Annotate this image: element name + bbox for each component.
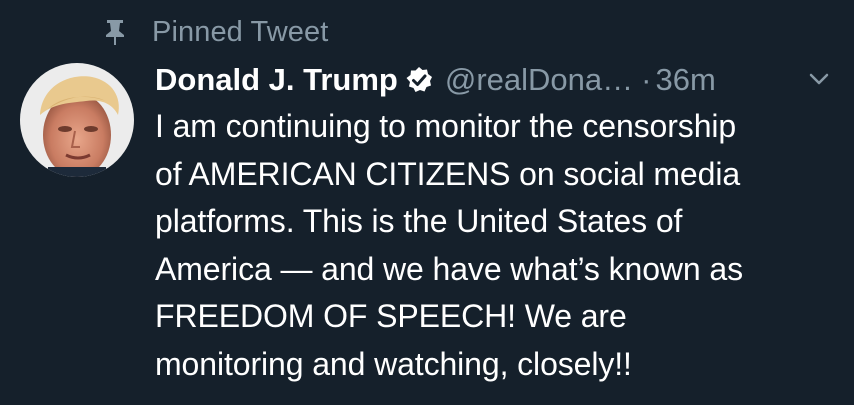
timestamp[interactable]: 36m (655, 62, 715, 98)
avatar[interactable] (20, 63, 134, 177)
separator-dot: · (641, 62, 652, 97)
tweet-header: Donald J. Trump @realDona… · 36m (155, 58, 845, 102)
pinned-tweet[interactable]: Pinned Tweet Donald J. Trump @realDona… … (0, 0, 854, 405)
user-handle[interactable]: @realDona… (445, 62, 633, 98)
chevron-down-icon[interactable] (807, 70, 831, 88)
tweet-text-line: platforms. This is the United States of (155, 203, 683, 239)
verified-badge-icon (405, 66, 433, 94)
tweet-text-line: America — and we have what’s known as (155, 250, 744, 287)
tweet-text-line: I am continuing to monitor the censorshi… (155, 108, 737, 144)
tweet-text-line: of AMERICAN CITIZENS on social media (155, 155, 741, 192)
display-name[interactable]: Donald J. Trump (155, 62, 398, 98)
pin-icon (104, 19, 126, 45)
tweet-text-line: monitoring and watching, closely!! (155, 345, 632, 382)
pinned-label: Pinned Tweet (152, 15, 329, 48)
pinned-indicator: Pinned Tweet (104, 14, 328, 50)
tweet-text-line: FREEDOM OF SPEECH! We are (155, 298, 627, 334)
tweet-text: I am continuing to monitor the censorshi… (155, 103, 845, 388)
